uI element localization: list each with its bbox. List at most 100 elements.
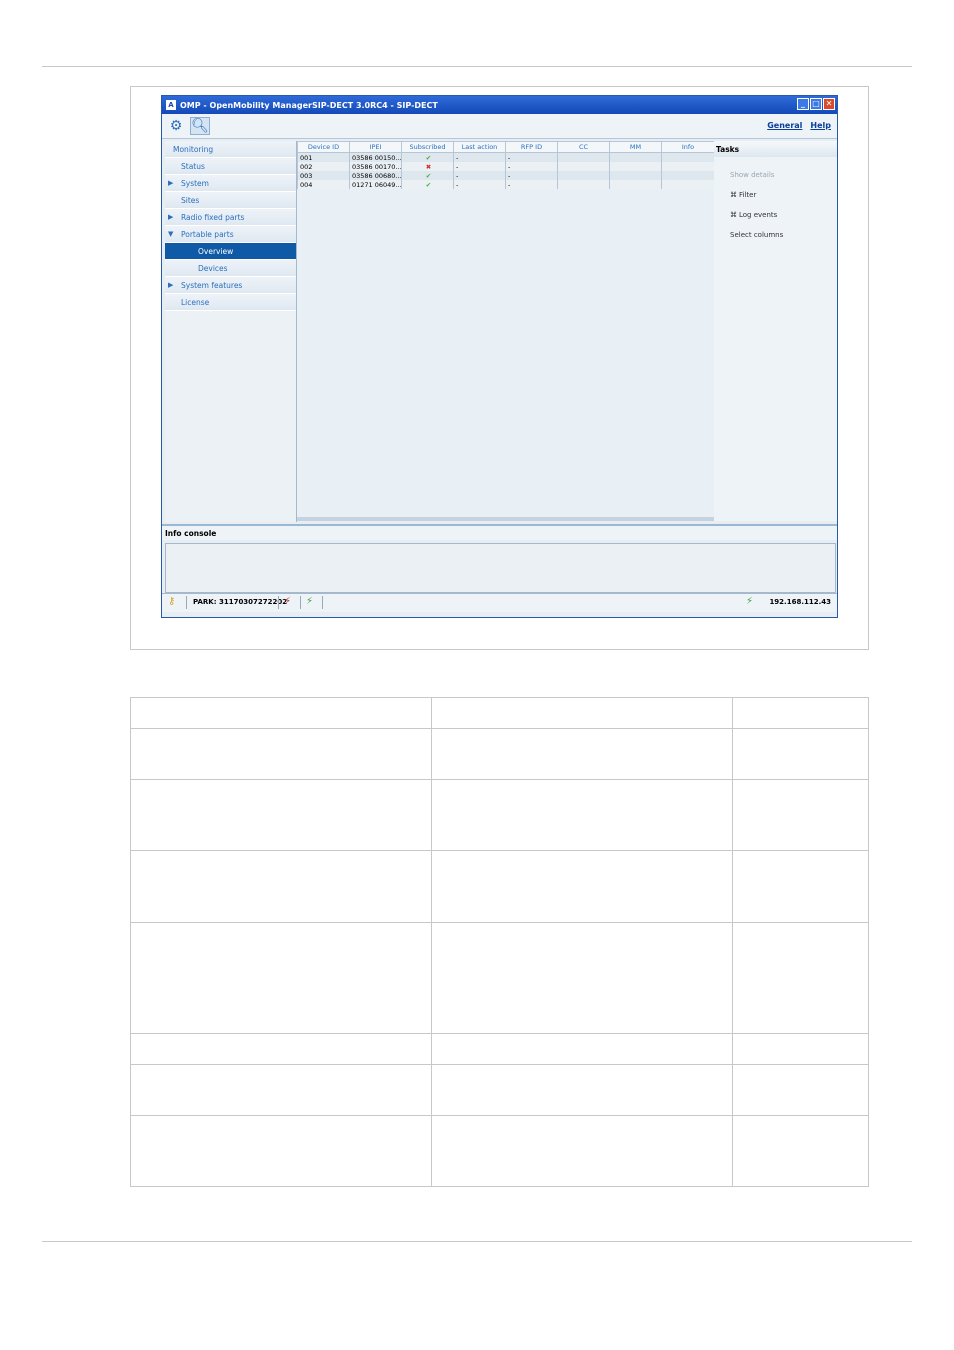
- minimize-button[interactable]: _: [797, 98, 809, 110]
- table-row-divider: [131, 779, 868, 780]
- table-cell: -: [505, 171, 558, 180]
- nav-item-label: Sites: [181, 195, 200, 205]
- navigation-tree: Monitoring Status ▶ System Sites ▶ Radio fixed…: [165, 141, 297, 522]
- subscribed-check-icon: ✔: [401, 180, 454, 189]
- help-link[interactable]: Help: [810, 121, 831, 130]
- table-cell: -: [453, 171, 506, 180]
- expand-arrow-icon[interactable]: ▶: [168, 213, 176, 221]
- key-icon: ⚷: [168, 596, 176, 607]
- column-header[interactable]: IPEI: [349, 141, 402, 153]
- table-cell: [557, 152, 610, 162]
- nav-item-label: Overview: [198, 246, 234, 256]
- task-label: Filter: [739, 191, 757, 199]
- connection-error-icon: ⚡: [284, 596, 292, 607]
- table-cell: 003: [297, 171, 350, 180]
- table-cell: [609, 180, 662, 189]
- general-link[interactable]: General: [767, 121, 802, 130]
- table-cell: 03586 00170...: [349, 162, 402, 171]
- status-separator: [278, 596, 279, 609]
- network-icon: ⚡: [745, 596, 753, 607]
- table-cell: 004: [297, 180, 350, 189]
- tasks-panel: Tasks Show details ⌘ Filter ⌘ Log events Sele…: [714, 141, 837, 521]
- task-option-icon: ⌘: [730, 211, 737, 219]
- status-separator: [186, 596, 187, 609]
- monitoring-search-button[interactable]: 🔍︎: [190, 117, 210, 135]
- top-rule: [42, 66, 912, 67]
- table-cell: -: [453, 180, 506, 189]
- nav-item[interactable]: License: [165, 294, 296, 311]
- table-column-divider: [431, 698, 432, 1186]
- table-column-divider: [732, 698, 733, 1186]
- nav-item[interactable]: Sites: [165, 192, 296, 209]
- connection-ok-icon: ⚡: [306, 596, 314, 607]
- omp-window: A OMP - OpenMobility ManagerSIP-DECT 3.0…: [161, 95, 838, 618]
- nav-item[interactable]: ▶ System: [165, 175, 296, 192]
- table-row[interactable]: 003 03586 00680... ✔ - -: [297, 171, 715, 180]
- column-header[interactable]: Info: [661, 141, 715, 153]
- column-header[interactable]: MM: [609, 141, 662, 153]
- nav-item[interactable]: ▼ Portable parts: [165, 226, 296, 243]
- park-number: PARK: 31170307272202: [193, 598, 288, 606]
- table-cell: 001: [297, 152, 350, 162]
- table-cell: -: [505, 180, 558, 189]
- document-table: [130, 697, 869, 1187]
- nav-item-label: Devices: [198, 263, 228, 273]
- expand-arrow-icon[interactable]: ▼: [168, 230, 176, 238]
- nav-item-label: Monitoring: [173, 144, 214, 154]
- table-cell: -: [505, 152, 558, 162]
- nav-item-label: License: [181, 297, 210, 307]
- status-separator: [322, 596, 323, 609]
- nav-item[interactable]: Status: [165, 158, 296, 175]
- ip-address: 192.168.112.43: [769, 598, 831, 606]
- title-bar[interactable]: A OMP - OpenMobility ManagerSIP-DECT 3.0…: [162, 96, 837, 114]
- info-console-title: Info console: [162, 524, 837, 540]
- table-cell: [609, 171, 662, 180]
- column-header[interactable]: Last action: [453, 141, 506, 153]
- table-cell: [661, 180, 715, 189]
- nav-item-label: System features: [181, 280, 243, 290]
- task-item[interactable]: ⌘ Filter: [730, 191, 756, 199]
- info-console: [165, 543, 836, 593]
- column-header[interactable]: RFP ID: [505, 141, 558, 153]
- maximize-button[interactable]: □: [810, 98, 822, 110]
- nav-item-label: Radio fixed parts: [181, 212, 245, 222]
- close-button[interactable]: ✕: [823, 98, 835, 110]
- status-separator: [300, 596, 301, 609]
- nav-item[interactable]: ▶ Radio fixed parts: [165, 209, 296, 226]
- column-header[interactable]: Subscribed: [401, 141, 454, 153]
- configuration-gear-button[interactable]: ⚙: [166, 117, 186, 135]
- table-cell: 002: [297, 162, 350, 171]
- portable-parts-table: Device ID IPEI Subscribed Last action RFP ID…: [297, 141, 715, 521]
- task-item[interactable]: ⌘ Log events: [730, 211, 777, 219]
- table-cell: -: [453, 152, 506, 162]
- task-label: Log events: [739, 211, 778, 219]
- table-cell: [557, 162, 610, 171]
- subscribed-check-icon: ✔: [401, 171, 454, 180]
- task-item[interactable]: Select columns: [730, 231, 783, 239]
- column-header[interactable]: CC: [557, 141, 610, 153]
- table-row[interactable]: 002 03586 00170... ✖ - -: [297, 162, 715, 171]
- nav-item[interactable]: ▶ System features: [165, 277, 296, 294]
- nav-item[interactable]: Devices: [165, 260, 296, 277]
- table-row-divider: [131, 922, 868, 923]
- nav-item-label: Portable parts: [181, 229, 234, 239]
- table-row[interactable]: 004 01271 06049... ✔ - -: [297, 180, 715, 189]
- expand-arrow-icon[interactable]: ▶: [168, 281, 176, 289]
- table-row-divider: [131, 728, 868, 729]
- gear-icon: ⚙: [169, 118, 183, 134]
- table-cell: [661, 152, 715, 162]
- expand-arrow-icon[interactable]: ▶: [168, 179, 176, 187]
- window-title: OMP - OpenMobility ManagerSIP-DECT 3.0RC…: [180, 100, 438, 110]
- table-cell: [609, 162, 662, 171]
- app-icon: A: [166, 100, 176, 110]
- table-cell: 01271 06049...: [349, 180, 402, 189]
- nav-item[interactable]: Monitoring: [165, 141, 296, 158]
- table-cell: [661, 162, 715, 171]
- column-header[interactable]: Device ID: [297, 141, 350, 153]
- subscribed-check-icon: ✔: [401, 152, 454, 162]
- horizontal-scrollbar[interactable]: [297, 517, 714, 521]
- tasks-title: Tasks: [714, 141, 837, 157]
- table-row-divider: [131, 1064, 868, 1065]
- table-row[interactable]: 001 03586 00150... ✔ - -: [297, 152, 715, 162]
- nav-item[interactable]: Overview: [165, 243, 296, 260]
